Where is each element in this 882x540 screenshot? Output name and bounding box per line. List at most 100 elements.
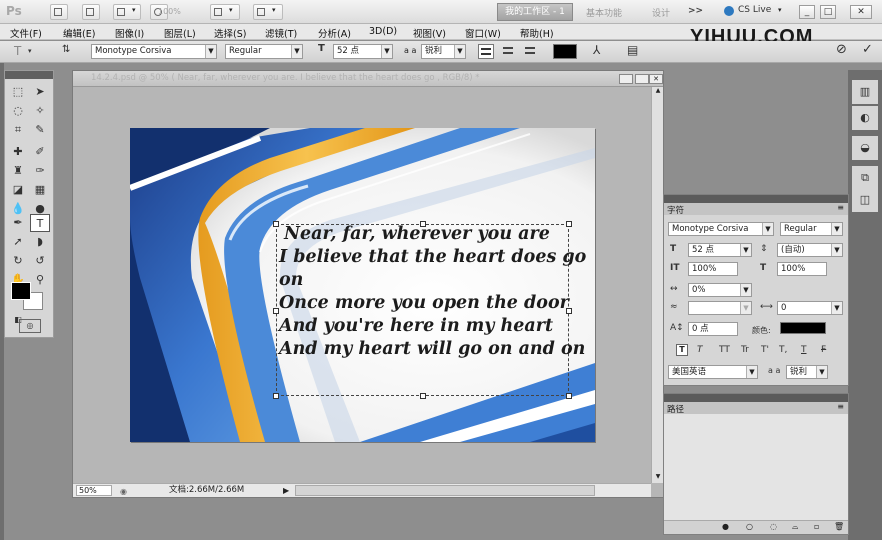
menu-file[interactable]: 文件(F) [10,26,42,40]
foreground-color-chip[interactable] [11,282,31,300]
histogram-panel-icon[interactable]: ▥ [852,80,878,104]
paths-tab[interactable]: 路径 [667,403,684,415]
document-minimize-button[interactable] [619,74,633,84]
cp-horizontal-scale-field[interactable]: 100% [777,262,827,276]
menu-layer[interactable]: 图层(L) [164,26,196,40]
spot-healing-tool-icon[interactable]: ✚ [8,143,28,161]
align-left-button[interactable] [478,44,494,59]
cp-kerning-select[interactable]: ▼ [688,301,752,315]
text-line-6[interactable]: And my heart will go on and on [279,339,585,359]
horizontal-type-tool-icon[interactable]: T [30,214,50,232]
status-menu-arrow-icon[interactable]: ▶ [283,484,289,497]
fill-path-icon[interactable]: ● [722,522,729,531]
zoom-readout[interactable]: 100% [158,7,181,16]
extras-dropdown[interactable]: ▾ [113,4,141,20]
bbox-handle-bottom-right[interactable] [566,393,572,399]
workspace-my-workspace-button[interactable]: 我的工作区 - 1 [497,3,573,21]
bridge-button[interactable] [50,4,68,20]
zoom-level-field[interactable]: 50% [76,485,112,496]
info-panel-icon[interactable]: ◐ [852,106,878,130]
menu-window[interactable]: 窗口(W) [465,26,501,40]
document-restore-button[interactable] [635,74,649,84]
bbox-handle-top-right[interactable] [566,221,572,227]
delete-path-icon[interactable]: 🗑 [834,522,844,531]
status-icon[interactable]: ◉ [120,485,127,498]
menu-3d[interactable]: 3D(D) [369,26,397,37]
small-caps-button[interactable]: Tr [741,345,749,355]
shape-tool-icon[interactable]: ◗ [30,233,50,251]
faux-italic-button[interactable]: T [697,345,703,355]
3d-orbit-tool-icon[interactable]: ↺ [30,252,50,270]
menu-analysis[interactable]: 分析(A) [318,26,351,40]
layers-panel-icon[interactable]: ⧉ [852,166,878,190]
load-selection-icon[interactable]: ◌ [770,522,777,531]
screen-mode-dropdown[interactable]: ▾ [253,4,283,20]
cp-baseline-shift-field[interactable]: 0 点 [688,322,738,336]
menu-edit[interactable]: 编辑(E) [63,26,95,40]
cp-vertical-scale-field[interactable]: 100% [688,262,738,276]
font-family-select[interactable]: Monotype Corsiva ▼ [91,44,217,59]
text-line-2[interactable]: I believe that the heart does go [279,247,586,267]
character-panel-header[interactable] [664,195,848,203]
more-workspaces-button[interactable]: >> [688,6,703,16]
cp-font-size-select[interactable]: 52 点 ▼ [688,243,752,257]
lasso-tool-icon[interactable]: ◌ [8,102,28,120]
stroke-path-icon[interactable]: ○ [746,522,753,531]
bbox-handle-top-left[interactable] [273,221,279,227]
scroll-down-arrow-icon[interactable]: ▼ [653,473,663,483]
subscript-button[interactable]: T, [779,345,787,355]
3d-rotate-tool-icon[interactable]: ↻ [8,252,28,270]
crop-tool-icon[interactable]: ⌗ [8,121,28,139]
paths-panel-menu-icon[interactable]: ≡ [837,402,844,411]
pen-tool-icon[interactable]: ✒ [8,214,28,232]
character-tab[interactable]: 字符 [667,204,684,216]
move-tool-icon[interactable]: ➤ [30,83,50,101]
minimize-button[interactable]: _ [799,5,815,19]
cp-tracking-select[interactable]: 0% ▼ [688,283,752,297]
text-line-4[interactable]: Once more you open the door [279,293,569,313]
menu-select[interactable]: 选择(S) [214,26,246,40]
orientation-toggle-icon[interactable]: ⇅ [62,44,70,55]
zoom-tool-icon[interactable]: ⚲ [30,271,50,289]
clone-stamp-tool-icon[interactable]: ♜ [8,162,28,180]
cp-font-family-select[interactable]: Monotype Corsiva ▼ [668,222,774,236]
preset-chevron-icon[interactable]: ▾ [28,47,32,55]
panel-menu-icon[interactable]: ≡ [837,203,844,212]
align-right-button[interactable] [522,44,538,59]
new-path-icon[interactable]: ▫ [814,522,819,531]
cancel-edits-icon[interactable]: ⊘ [836,42,847,57]
make-work-path-icon[interactable]: ⌓ [792,522,798,532]
cs-live-menu[interactable]: CS Live [738,5,771,15]
document-close-button[interactable]: ✕ [649,74,663,84]
quick-selection-tool-icon[interactable]: ✧ [30,102,50,120]
cp-language-select[interactable]: 美国英语 ▼ [668,365,758,379]
workspace-basic-button[interactable]: 基本功能 [586,6,622,19]
document-size-readout[interactable]: 文档:2.66M/2.66M [169,484,244,497]
quick-mask-icon[interactable]: ◎ [19,319,41,333]
faux-bold-button[interactable]: T [676,344,688,356]
marquee-tool-icon[interactable]: ⬚ [8,83,28,101]
path-selection-tool-icon[interactable]: ➚ [8,233,28,251]
cp-kerning-value-select[interactable]: 0 ▼ [777,301,843,315]
text-color-swatch[interactable] [553,44,577,59]
arrange-documents-dropdown[interactable]: ▾ [210,4,240,20]
font-size-select[interactable]: 52 点 ▼ [333,44,393,59]
menu-image[interactable]: 图像(I) [115,26,144,40]
type-tool-preset-icon[interactable]: T [14,44,21,58]
paths-panel-header[interactable] [664,394,848,402]
eraser-tool-icon[interactable]: ◪ [8,181,28,199]
all-caps-button[interactable]: TT [719,345,730,355]
scroll-up-arrow-icon[interactable]: ▲ [653,87,663,97]
menu-view[interactable]: 视图(V) [413,26,446,40]
menu-help[interactable]: 帮助(H) [520,26,554,40]
commit-edits-icon[interactable]: ✓ [862,42,873,57]
horizontal-scrollbar[interactable] [295,485,595,496]
eyedropper-tool-icon[interactable]: ✎ [30,121,50,139]
text-line-5[interactable]: And you're here in my heart [279,316,553,336]
menu-filter[interactable]: 滤镜(T) [265,26,297,40]
tools-panel-header[interactable] [5,71,53,79]
warp-text-icon[interactable]: ⅄ [593,43,600,57]
workspace-design-button[interactable]: 设计 [652,6,670,19]
cs-live-chevron-icon[interactable]: ▾ [778,6,782,14]
antialias-select[interactable]: 锐利 ▼ [421,44,466,59]
